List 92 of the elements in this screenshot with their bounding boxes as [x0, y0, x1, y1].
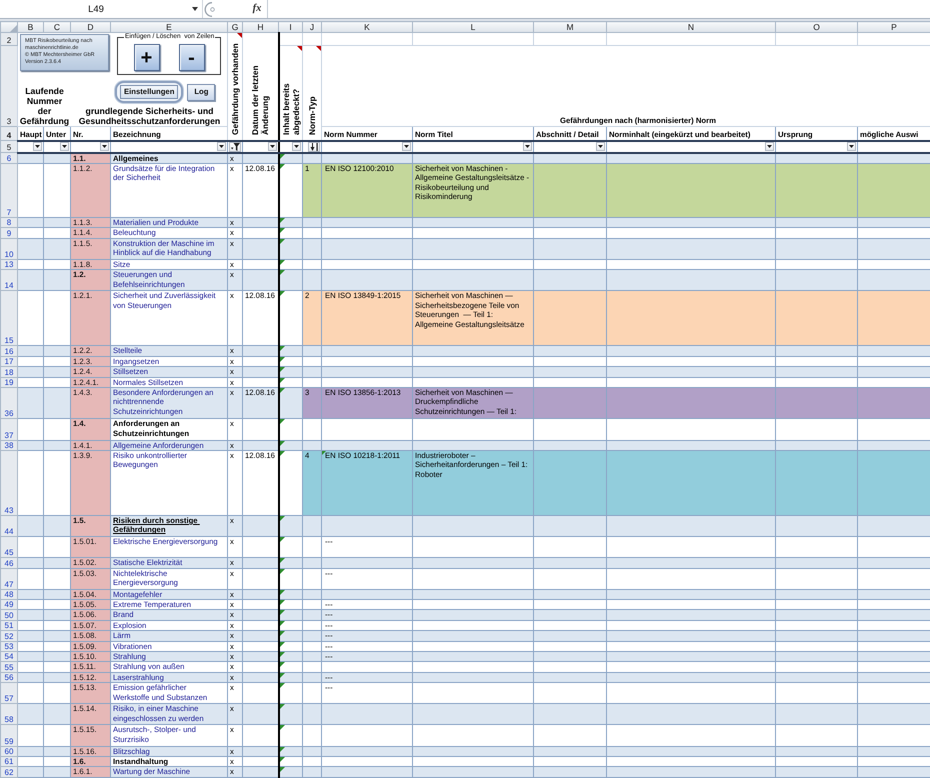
- row-header[interactable]: 58: [0, 704, 18, 725]
- column-header[interactable]: O: [776, 22, 858, 32]
- row-header[interactable]: 6: [0, 152, 18, 164]
- column-header[interactable]: E: [110, 22, 228, 32]
- filter-icon: [230, 142, 240, 150]
- row-header[interactable]: 44: [0, 515, 18, 537]
- caret-icon: [62, 145, 67, 148]
- row-header[interactable]: 4: [0, 126, 18, 140]
- caret-icon: [598, 145, 603, 148]
- row-header[interactable]: 48: [0, 589, 18, 600]
- row-header[interactable]: 18: [0, 366, 18, 378]
- filter-dropdown-button[interactable]: [292, 142, 301, 152]
- row-header[interactable]: 49: [0, 600, 18, 610]
- sort-icon: [310, 142, 318, 150]
- delete-row-button[interactable]: -: [178, 44, 204, 71]
- row-header[interactable]: 62: [0, 766, 18, 778]
- column-header[interactable]: P: [858, 22, 930, 32]
- caret-icon: [219, 145, 224, 148]
- filter-dropdown-button[interactable]: [523, 142, 532, 152]
- row-header[interactable]: 51: [0, 620, 18, 631]
- filter-dropdown-button[interactable]: [308, 142, 320, 152]
- row-header[interactable]: 56: [0, 672, 18, 683]
- row-header[interactable]: 45: [0, 536, 18, 558]
- column-header[interactable]: B: [18, 22, 44, 32]
- filter-dropdown-button[interactable]: [268, 142, 276, 152]
- row-header[interactable]: 59: [0, 724, 18, 746]
- row-header[interactable]: 47: [0, 568, 18, 590]
- row-header[interactable]: 60: [0, 746, 18, 756]
- filter-dropdown-button[interactable]: [402, 142, 411, 152]
- row-header[interactable]: 37: [0, 418, 18, 440]
- caret-icon: [767, 145, 772, 148]
- column-heading: Norm-Typ: [307, 96, 317, 136]
- filter-dropdown-button[interactable]: [765, 142, 774, 152]
- triangle-icon: [10, 25, 17, 32]
- filter-dropdown-button[interactable]: [596, 142, 605, 152]
- row-header[interactable]: 7: [0, 163, 18, 218]
- column-header[interactable]: C: [44, 22, 70, 32]
- column-header[interactable]: G: [228, 22, 242, 32]
- column-header[interactable]: M: [534, 22, 606, 32]
- function-button[interactable]: fx: [247, 0, 267, 18]
- row-header[interactable]: 14: [0, 270, 18, 291]
- column-header[interactable]: L: [412, 22, 534, 32]
- row-header[interactable]: 54: [0, 652, 18, 662]
- caret-icon: [270, 145, 274, 148]
- filter-dropdown-button[interactable]: [229, 142, 241, 152]
- column-header[interactable]: H: [242, 22, 278, 32]
- handle-icon: [204, 2, 216, 16]
- filter-dropdown-button[interactable]: [100, 142, 109, 152]
- row-header[interactable]: 15: [0, 290, 18, 346]
- filter-dropdown-button[interactable]: [847, 142, 856, 152]
- filter-dropdown-button[interactable]: [60, 142, 69, 152]
- row-header[interactable]: 13: [0, 259, 18, 270]
- caret-icon: [102, 145, 107, 148]
- column-heading: Datum der letzten Änderung: [250, 64, 270, 136]
- row-header[interactable]: 50: [0, 610, 18, 620]
- column-heading: Inhalt bereits abgedeckt?: [280, 82, 301, 136]
- add-row-button[interactable]: +: [134, 44, 160, 71]
- row-header[interactable]: 46: [0, 558, 18, 568]
- caret-icon: [192, 7, 198, 11]
- row-header[interactable]: 38: [0, 440, 18, 450]
- row-header[interactable]: 5: [0, 140, 18, 152]
- row-header[interactable]: 53: [0, 641, 18, 652]
- row-header[interactable]: 2: [0, 32, 18, 46]
- row-header[interactable]: 57: [0, 682, 18, 704]
- row-header[interactable]: 17: [0, 356, 18, 367]
- caret-icon: [35, 145, 40, 148]
- row-header[interactable]: 19: [0, 377, 18, 388]
- column-header[interactable]: I: [278, 22, 302, 32]
- row-header[interactable]: 9: [0, 228, 18, 238]
- column-header[interactable]: K: [322, 22, 412, 32]
- caret-icon: [294, 145, 299, 148]
- column-heading: Gefährdung vorhanden: [230, 42, 240, 136]
- row-header[interactable]: 55: [0, 662, 18, 672]
- column-heading: Laufende Nummer der Gefährdung: [20, 86, 70, 126]
- row-header[interactable]: 3: [0, 46, 18, 126]
- row-header[interactable]: 8: [0, 217, 18, 228]
- column-header[interactable]: J: [302, 22, 322, 32]
- filter-dropdown-button[interactable]: [217, 142, 226, 152]
- column-header[interactable]: D: [70, 22, 110, 32]
- name-box[interactable]: L49: [0, 1, 192, 17]
- row-header[interactable]: 52: [0, 630, 18, 642]
- caret-icon: [849, 145, 854, 148]
- row-header[interactable]: 16: [0, 346, 18, 356]
- row-header[interactable]: 36: [0, 387, 18, 419]
- column-heading: grundlegende Sicherheits- und Gesundheitsschutzanforderungen: [78, 106, 222, 126]
- row-header[interactable]: 61: [0, 756, 18, 767]
- row-header[interactable]: 10: [0, 238, 18, 260]
- filter-dropdown-button[interactable]: [33, 142, 42, 152]
- row-header[interactable]: 43: [0, 450, 18, 516]
- column-header[interactable]: N: [606, 22, 776, 32]
- caret-icon: [404, 145, 409, 148]
- caret-icon: [525, 145, 530, 148]
